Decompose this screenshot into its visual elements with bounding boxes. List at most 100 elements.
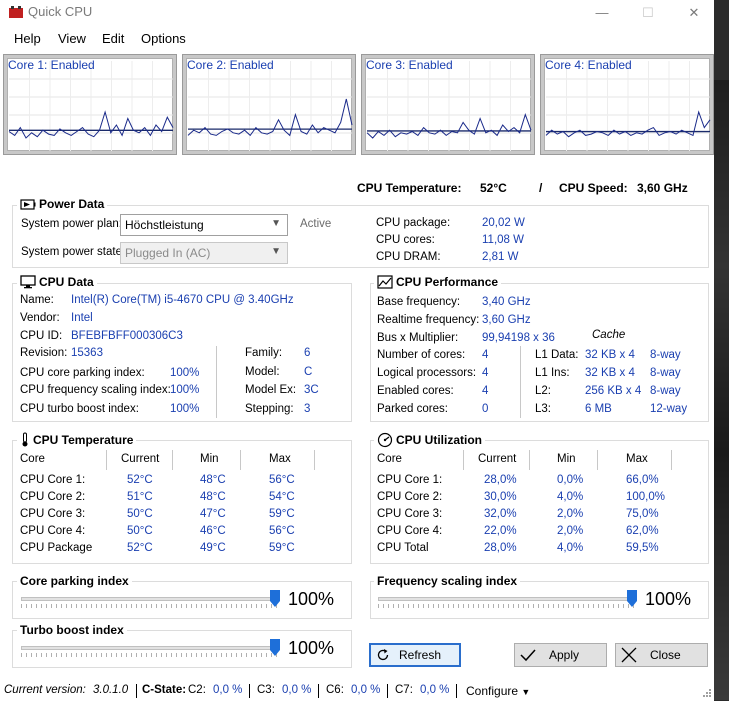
cpu-name-value: Intel(R) Core(TM) i5-4670 CPU @ 3.40GHz bbox=[71, 294, 294, 306]
turbo-index-value: 100% bbox=[170, 403, 200, 415]
temp-row-label: CPU Core 3: bbox=[20, 508, 86, 520]
temp-cell: 54°C bbox=[269, 491, 295, 503]
refresh-button[interactable]: Refresh bbox=[369, 643, 461, 667]
core-graph-label: Core 1: Enabled bbox=[8, 58, 95, 72]
cache-heading: Cache bbox=[592, 329, 626, 341]
app-icon bbox=[9, 6, 23, 18]
minimize-button[interactable]: — bbox=[579, 2, 625, 24]
util-cell: 75,0% bbox=[626, 508, 659, 520]
slider-ticks bbox=[21, 653, 280, 657]
stepping-value: 3 bbox=[304, 403, 311, 415]
frequency-scaling-slider[interactable] bbox=[378, 597, 637, 601]
util-cell: 30,0% bbox=[484, 491, 517, 503]
maximize-button[interactable]: ☐ bbox=[625, 2, 671, 24]
temp-cell: 50°C bbox=[127, 525, 153, 537]
c6-value: 0,0 % bbox=[351, 684, 381, 696]
cpu-speed-value: 3,60 GHz bbox=[637, 181, 688, 195]
cstate-label: C-State: bbox=[142, 684, 187, 696]
util-cell: 32,0% bbox=[484, 508, 517, 520]
parking-index-value: 100% bbox=[170, 367, 200, 379]
base-frequency-value: 3,40 GHz bbox=[482, 296, 531, 308]
base-frequency-label: Base frequency: bbox=[377, 296, 461, 308]
window-title: Quick CPU bbox=[28, 4, 93, 19]
number-of-cores-value: 4 bbox=[482, 349, 489, 361]
core-graph-label: Core 2: Enabled bbox=[187, 58, 274, 72]
util-cell: 2,0% bbox=[557, 525, 584, 537]
util-cell: 28,0% bbox=[484, 542, 517, 554]
temp-row-label: CPU Package bbox=[20, 542, 93, 554]
close-button[interactable]: Close bbox=[615, 643, 708, 667]
core-graph: Core 3: Enabled bbox=[361, 54, 535, 155]
cache-l2-size: 256 KB x 4 bbox=[585, 385, 642, 397]
temp-row-label: CPU Core 4: bbox=[20, 525, 86, 537]
close-window-button[interactable]: ✕ bbox=[671, 2, 717, 24]
temp-cell: 56°C bbox=[269, 525, 295, 537]
cpu-dram-value: 2,81 W bbox=[482, 251, 519, 263]
temp-cell: 49°C bbox=[200, 542, 226, 554]
temp-header-core: Core bbox=[20, 453, 45, 465]
chevron-down-icon: ▼ bbox=[271, 246, 281, 257]
cache-l1-data-way: 8-way bbox=[650, 349, 681, 361]
divider bbox=[387, 684, 388, 698]
temp-cell: 52°C bbox=[127, 542, 153, 554]
util-cell: 66,0% bbox=[626, 474, 659, 486]
close-icon bbox=[621, 647, 637, 663]
util-row-label: CPU Core 3: bbox=[377, 508, 443, 520]
configure-menu[interactable]: Configure ▼ bbox=[466, 684, 530, 698]
refresh-icon bbox=[377, 649, 389, 661]
battery-icon bbox=[20, 198, 36, 210]
util-cell: 2,0% bbox=[557, 508, 584, 520]
divider bbox=[597, 450, 598, 470]
temp-cell: 50°C bbox=[127, 508, 153, 520]
core-parking-value: 100% bbox=[288, 589, 335, 609]
summary-separator: / bbox=[539, 181, 543, 195]
divider bbox=[216, 346, 217, 418]
util-cell: 22,0% bbox=[484, 525, 517, 537]
menu-view[interactable]: View bbox=[58, 31, 86, 46]
util-cell: 0,0% bbox=[557, 474, 584, 486]
slider-ticks bbox=[378, 604, 637, 608]
util-row-label: CPU Total bbox=[377, 542, 429, 554]
temp-cell: 48°C bbox=[200, 491, 226, 503]
util-header-max: Max bbox=[626, 453, 648, 465]
cpu-name-label: Name: bbox=[20, 294, 54, 306]
temp-cell: 59°C bbox=[269, 508, 295, 520]
turbo-boost-title: Turbo boost index bbox=[17, 623, 127, 637]
desktop-background-strip bbox=[714, 0, 729, 701]
power-plan-label: System power plan: bbox=[21, 218, 122, 230]
turbo-index-label: CPU turbo boost index: bbox=[20, 403, 139, 415]
parked-cores-label: Parked cores: bbox=[377, 403, 448, 415]
gauge-icon bbox=[377, 432, 393, 448]
frequency-index-label: CPU frequency scaling index: bbox=[20, 384, 171, 396]
power-state-select[interactable]: Plugged In (AC) ▼ bbox=[120, 242, 288, 264]
power-plan-select[interactable]: Höchstleistung ▼ bbox=[120, 214, 288, 236]
c3-label: C3: bbox=[257, 684, 275, 696]
main-window: Quick CPU — ☐ ✕ Help View Edit Options C… bbox=[0, 0, 714, 701]
temp-cell: 56°C bbox=[269, 474, 295, 486]
util-header-core: Core bbox=[377, 453, 402, 465]
util-cell: 59,5% bbox=[626, 542, 659, 554]
enabled-cores-value: 4 bbox=[482, 385, 489, 397]
util-cell: 28,0% bbox=[484, 474, 517, 486]
apply-button[interactable]: Apply bbox=[514, 643, 607, 667]
turbo-boost-slider[interactable] bbox=[21, 646, 280, 650]
menu-help[interactable]: Help bbox=[14, 31, 41, 46]
cpu-dram-label: CPU DRAM: bbox=[376, 251, 441, 263]
family-label: Family: bbox=[245, 347, 283, 359]
version-label: Current version: bbox=[4, 684, 86, 696]
divider bbox=[136, 684, 137, 698]
divider bbox=[314, 450, 315, 470]
cpu-temp-value: 52°C bbox=[480, 181, 507, 195]
model-value: C bbox=[304, 366, 313, 378]
vendor-label: Vendor: bbox=[20, 312, 60, 324]
temp-row-label: CPU Core 1: bbox=[20, 474, 86, 486]
menu-edit[interactable]: Edit bbox=[102, 31, 124, 46]
core-graph: Core 4: Enabled bbox=[540, 54, 714, 155]
power-data-title: Power Data bbox=[17, 197, 108, 211]
menu-options[interactable]: Options bbox=[141, 31, 186, 46]
cpu-performance-title: CPU Performance bbox=[374, 275, 502, 289]
core-parking-slider[interactable] bbox=[21, 597, 280, 601]
divider bbox=[249, 684, 250, 698]
cache-l1-ins-label: L1 Ins: bbox=[535, 367, 570, 379]
resize-grip-icon[interactable] bbox=[700, 688, 712, 700]
